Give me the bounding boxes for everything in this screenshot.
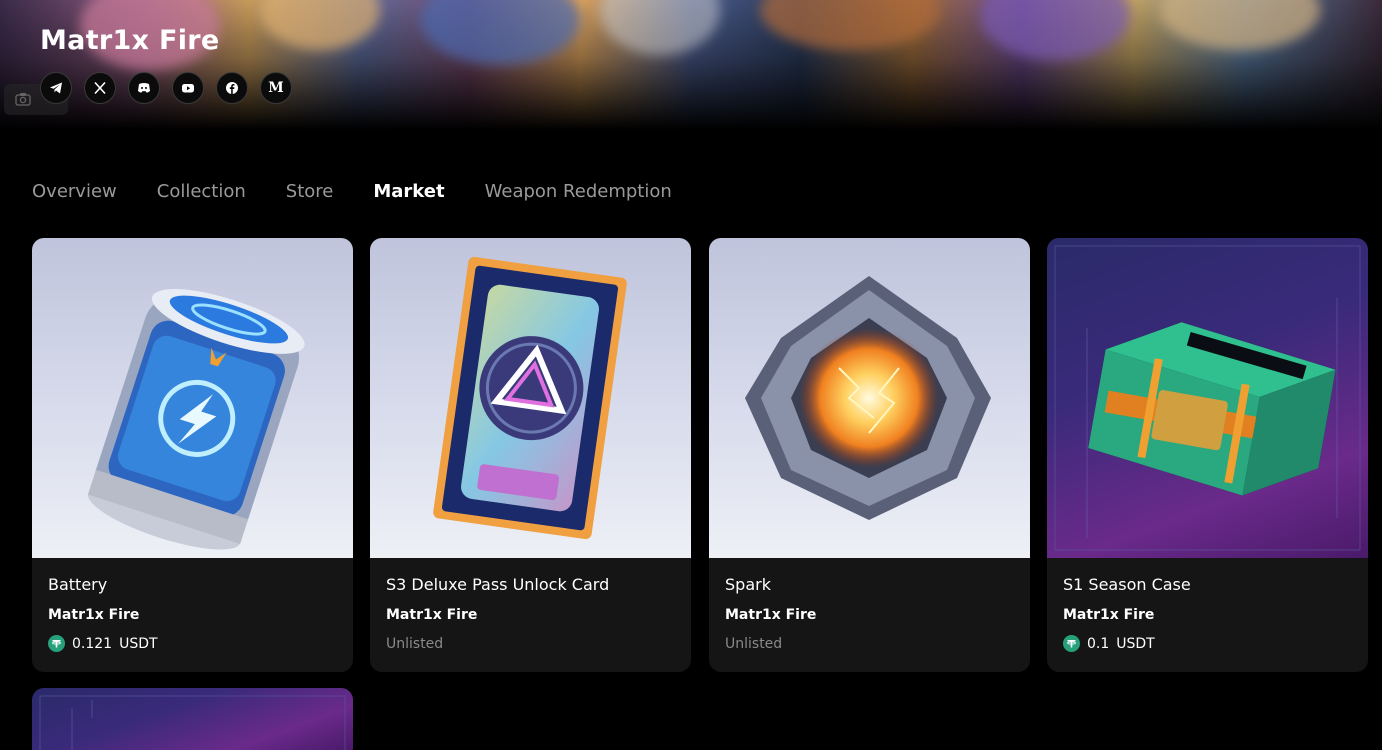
item-card-battery[interactable]: Battery Matr1x Fire 0.121 USDT [32, 238, 353, 672]
price-currency: USDT [119, 635, 158, 652]
price-currency: USDT [1116, 635, 1155, 652]
price-value: 0.1 [1087, 635, 1110, 652]
partial-card-image [32, 688, 353, 750]
facebook-icon [226, 82, 238, 94]
camera-icon [15, 93, 31, 106]
hero-banner [0, 0, 1382, 130]
social-links: M [40, 72, 292, 104]
tether-icon [48, 635, 65, 652]
item-name: S1 Season Case [1063, 575, 1191, 594]
battery-image [32, 238, 353, 558]
item-collection: Matr1x Fire [725, 607, 817, 623]
tab-weapon-redemption[interactable]: Weapon Redemption [485, 181, 672, 202]
section-tabs: Overview Collection Store Market Weapon … [32, 181, 672, 202]
item-price: 0.1 USDT [1063, 635, 1155, 652]
discord-button[interactable] [128, 72, 160, 104]
discord-icon [138, 83, 150, 93]
tab-overview[interactable]: Overview [32, 181, 117, 202]
item-name: S3 Deluxe Pass Unlock Card [386, 575, 610, 594]
x-button[interactable] [84, 72, 116, 104]
tab-market[interactable]: Market [373, 181, 444, 202]
tether-icon [1063, 635, 1080, 652]
medium-button[interactable]: M [260, 72, 292, 104]
collection-title: Matr1x Fire [40, 25, 220, 56]
listing-status: Unlisted [725, 636, 783, 652]
item-card-partial[interactable] [32, 688, 353, 750]
spark-image [709, 238, 1030, 558]
item-name: Battery [48, 575, 108, 594]
item-name: Spark [725, 575, 771, 594]
item-collection: Matr1x Fire [386, 607, 478, 623]
youtube-icon [182, 84, 194, 93]
item-price: 0.121 USDT [48, 635, 158, 652]
item-collection: Matr1x Fire [48, 607, 140, 623]
x-icon [94, 81, 106, 95]
item-card-spark[interactable]: Spark Matr1x Fire Unlisted [709, 238, 1030, 672]
item-card-s1-season-case[interactable]: S1 Season Case Matr1x Fire 0.1 USDT [1047, 238, 1368, 672]
medium-icon: M [268, 80, 284, 96]
pass-card-image [370, 238, 691, 558]
season-case-image [1047, 238, 1368, 558]
price-value: 0.121 [72, 635, 113, 652]
tab-collection[interactable]: Collection [157, 181, 246, 202]
tab-store[interactable]: Store [286, 181, 334, 202]
youtube-button[interactable] [172, 72, 204, 104]
facebook-button[interactable] [216, 72, 248, 104]
telegram-button[interactable] [40, 72, 72, 104]
listing-status: Unlisted [386, 636, 444, 652]
item-card-s3-deluxe-pass[interactable]: S3 Deluxe Pass Unlock Card Matr1x Fire U… [370, 238, 691, 672]
item-collection: Matr1x Fire [1063, 607, 1155, 623]
telegram-icon [50, 82, 62, 94]
